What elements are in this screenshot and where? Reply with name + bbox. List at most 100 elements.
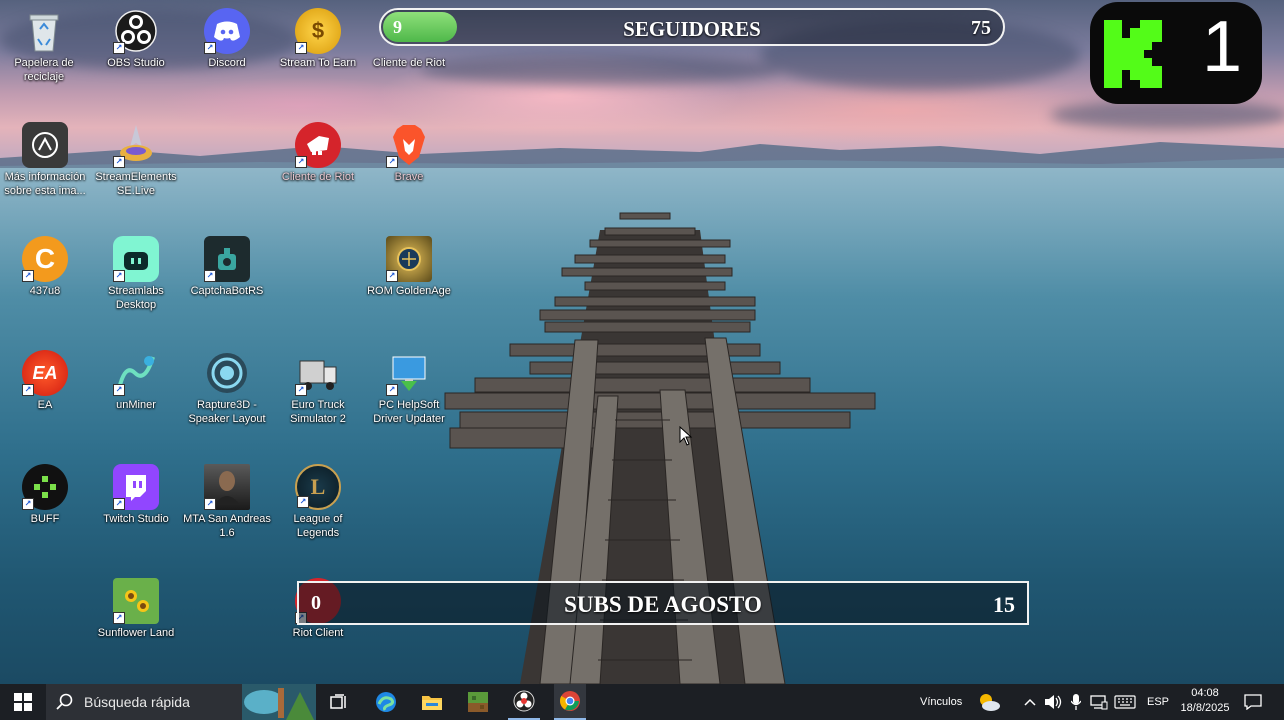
shortcut-arrow-icon: ↗ (22, 384, 34, 396)
desktop-icon-label: League of Legends (293, 513, 343, 539)
desktop-icon-label: Discord (208, 57, 246, 69)
desktop-icon-label: PC HelpSoft Driver Updater (373, 399, 445, 425)
notification-center-button[interactable] (1240, 684, 1266, 720)
start-button[interactable] (0, 684, 46, 720)
shortcut-arrow-icon: ↗ (204, 498, 216, 510)
taskbar: Búsqueda rápida Vínculos ESP 04:08 18/8/… (0, 684, 1284, 720)
desktop-icon-label: StreamElements SE.Live (95, 171, 177, 197)
sunflower-land-icon: ↗ (113, 578, 159, 624)
desktop-icon-league[interactable]: L ↗ League of Legends (272, 464, 364, 540)
search-highlight-illustration (242, 684, 316, 720)
discord-icon: ↗ (204, 8, 250, 54)
desktop-icon-discord[interactable]: ↗ Discord (181, 8, 273, 70)
shortcut-arrow-icon: ↗ (113, 612, 125, 624)
followers-title: SEGUIDORES (623, 17, 761, 41)
unminer-icon: ↗ (113, 350, 159, 396)
desktop-icon-driver-updater[interactable]: ↗ PC HelpSoft Driver Updater (363, 350, 455, 426)
desktop-icon-obs-studio[interactable]: ↗ OBS Studio (90, 8, 182, 70)
taskbar-search-box[interactable]: Búsqueda rápida (46, 684, 316, 720)
desktop-icon-riot-client-2[interactable]: ↗ Cliente de Riot (272, 122, 364, 184)
desktop-icon-label: Sunflower Land (97, 627, 175, 639)
desktop-icon-rom-goldenage[interactable]: ↗ ROM GoldenAge (363, 236, 455, 298)
taskbar-chrome[interactable] (554, 684, 586, 720)
desktop-icon-label: Papelera de reciclaje (14, 57, 74, 83)
desktop-icon-label: Cliente de Riot (281, 171, 355, 183)
input-language-indicator[interactable]: ESP (1147, 684, 1169, 720)
windows-logo-icon (14, 693, 32, 711)
recycle-bin-icon (21, 8, 67, 54)
taskbar-clock[interactable]: 04:08 18/8/2025 (1174, 686, 1236, 716)
minecraft-icon (468, 692, 488, 712)
shortcut-arrow-icon: ↗ (386, 270, 398, 282)
captchabot-icon: ↗ (204, 236, 250, 282)
desktop-icon-label: EA (37, 399, 53, 411)
weather-widget[interactable] (976, 684, 1002, 720)
subs-goal-count: 15 (993, 592, 1015, 617)
desktop-icon-streamlabs[interactable]: ↗ Streamlabs Desktop (90, 236, 182, 312)
desktop-icon-mta[interactable]: ↗ MTA San Andreas 1.6 (181, 464, 273, 540)
desktop-icon-label: Streamlabs Desktop (108, 285, 164, 311)
chrome-icon (560, 691, 580, 711)
subs-goal-bar: 0 SUBS DE AGOSTO 15 (297, 581, 1029, 625)
stream-to-earn-icon: $ ↗ (295, 8, 341, 54)
437u8-icon: C ↗ (22, 236, 68, 282)
shortcut-arrow-icon: ↗ (295, 384, 307, 396)
desktop-icon-sunflower-land[interactable]: ↗ Sunflower Land (90, 578, 182, 640)
shortcut-arrow-icon: ↗ (22, 498, 34, 510)
shortcut-arrow-icon: ↗ (113, 270, 125, 282)
shortcut-arrow-icon: ↗ (204, 42, 216, 54)
streamlabs-icon: ↗ (113, 236, 159, 282)
streamelements-icon: ↗ (113, 122, 159, 168)
brave-icon: ↗ (386, 122, 432, 168)
task-view-button[interactable] (324, 684, 354, 720)
desktop-icon-unminer[interactable]: ↗ unMiner (90, 350, 182, 412)
shortcut-arrow-icon: ↗ (204, 270, 216, 282)
league-icon: L ↗ (295, 464, 341, 510)
edge-icon (376, 692, 396, 712)
touch-keyboard-button[interactable] (1112, 684, 1138, 720)
network-button[interactable] (1088, 684, 1110, 720)
desktop-icon-437u8[interactable]: C ↗ 437u8 (0, 236, 91, 298)
links-toolbar-label[interactable]: Vínculos (920, 684, 962, 720)
taskbar-minecraft[interactable] (462, 684, 494, 720)
shortcut-arrow-icon: ↗ (295, 42, 307, 54)
desktop-icon-rapture3d[interactable]: Rapture3D - Speaker Layout (181, 350, 273, 426)
microphone-indicator[interactable] (1066, 684, 1086, 720)
desktop-icon-euro-truck[interactable]: ↗ Euro Truck Simulator 2 (272, 350, 364, 426)
desktop-icon-more-info[interactable]: Más información sobre esta ima... (0, 122, 91, 198)
chevron-up-icon (1024, 698, 1036, 706)
desktop-icon-label: Twitch Studio (103, 513, 169, 525)
desktop-icon-label: Riot Client (292, 627, 344, 639)
desktop-icon-ea[interactable]: EA ↗ EA (0, 350, 91, 412)
volume-button[interactable] (1042, 684, 1064, 720)
desktop-icon-label: BUFF (30, 513, 60, 525)
desktop-icon-captchabot[interactable]: ↗ CaptchaBotRS (181, 236, 273, 298)
speaker-icon (1045, 695, 1062, 709)
task-view-icon (330, 694, 346, 709)
search-placeholder: Búsqueda rápida (84, 694, 190, 710)
desktop-icon-stream-to-earn[interactable]: $ ↗ Stream To Earn (272, 8, 364, 70)
microphone-icon (1071, 694, 1081, 710)
subs-title: SUBS DE AGOSTO (564, 592, 762, 617)
taskbar-file-explorer[interactable] (416, 684, 448, 720)
taskbar-edge[interactable] (370, 684, 402, 720)
rapture3d-icon (204, 350, 250, 396)
desktop-icon-label: CaptchaBotRS (190, 285, 264, 297)
desktop-icon-twitch-studio[interactable]: ↗ Twitch Studio (90, 464, 182, 526)
riot-client-icon: ↗ (295, 122, 341, 168)
kick-badge-number: 1 (1202, 7, 1243, 87)
desktop-icon-brave[interactable]: ↗ Brave (363, 122, 455, 184)
desktop-icon-streamelements[interactable]: ↗ StreamElements SE.Live (90, 122, 182, 198)
desktop-icon-label: Rapture3D - Speaker Layout (188, 399, 266, 425)
mta-icon: ↗ (204, 464, 250, 510)
desktop-icon-recycle-bin[interactable]: Papelera de reciclaje (0, 8, 90, 84)
taskbar-obs[interactable] (508, 684, 540, 720)
notification-icon (1244, 694, 1262, 710)
desktop-icon-buff[interactable]: ↗ BUFF (0, 464, 91, 526)
ea-icon: EA ↗ (22, 350, 68, 396)
shortcut-arrow-icon: ↗ (113, 156, 125, 168)
desktop-icon-label: Brave (394, 171, 424, 183)
show-hidden-icons-button[interactable] (1022, 684, 1038, 720)
network-icon (1090, 695, 1108, 710)
mouse-cursor-icon (679, 426, 693, 446)
